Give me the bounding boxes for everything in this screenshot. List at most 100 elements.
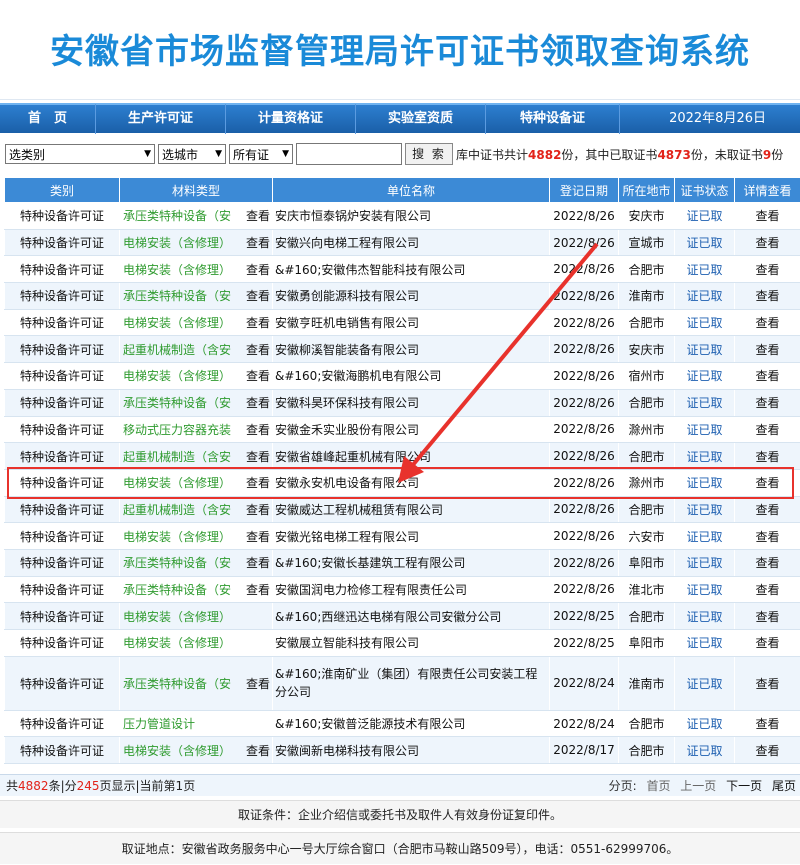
pager-label: 分页:: [609, 779, 637, 793]
cell-material: 压力管道设计: [120, 710, 273, 737]
nav-metrology-cert[interactable]: 计量资格证: [226, 104, 356, 134]
pager: 分页: 首页 上一页 下一页 尾页: [609, 777, 796, 794]
table-row: 特种设备许可证承压类特种设备（安查看安徽科昊环保科技有限公司2022/8/26合…: [5, 389, 800, 416]
col-header-date: 登记日期: [550, 178, 619, 203]
cell-unit-name: 安徽闽新电梯科技有限公司: [273, 737, 550, 764]
cell-status: 证已取: [675, 229, 735, 256]
cell-status: 证已取: [675, 389, 735, 416]
nav-home[interactable]: 首 页: [0, 104, 96, 134]
type-select[interactable]: 选类别▼: [5, 144, 155, 164]
material-view-link[interactable]: 查看: [246, 474, 272, 491]
detail-view-link[interactable]: 查看: [735, 549, 800, 576]
last-page-link[interactable]: 尾页: [772, 779, 796, 793]
material-view-link[interactable]: 查看: [246, 367, 272, 384]
cell-city: 合肥市: [619, 737, 675, 764]
detail-view-link[interactable]: 查看: [735, 309, 800, 336]
cell-category: 特种设备许可证: [5, 737, 120, 764]
detail-view-link[interactable]: 查看: [735, 656, 800, 710]
stats-text: 库中证书共计4882份，其中已取证书4873份，未取证书9份: [456, 146, 783, 163]
cell-category: 特种设备许可证: [5, 389, 120, 416]
cell-unit-name: &#160;安徽伟杰智能科技有限公司: [273, 256, 550, 283]
first-page-link[interactable]: 首页: [646, 779, 670, 793]
cell-material: 电梯安装（含修理） 查看: [120, 229, 273, 256]
material-view-link[interactable]: 查看: [246, 554, 272, 571]
city-select[interactable]: 选城市▼: [158, 144, 226, 164]
material-view-link[interactable]: 查看: [246, 675, 272, 692]
cell-date: 2022/8/25: [550, 603, 619, 630]
material-view-link[interactable]: 查看: [246, 501, 272, 518]
nav-special-equipment[interactable]: 特种设备证: [486, 104, 620, 134]
detail-view-link[interactable]: 查看: [735, 203, 800, 230]
table-row: 特种设备许可证起重机械制造（含安查看安徽省雄峰起重机械有限公司2022/8/26…: [5, 443, 800, 470]
detail-view-link[interactable]: 查看: [735, 630, 800, 657]
detail-view-link[interactable]: 查看: [735, 256, 800, 283]
material-view-link[interactable]: 查看: [246, 581, 272, 598]
detail-view-link[interactable]: 查看: [735, 229, 800, 256]
cell-unit-name: 安徽兴向电梯工程有限公司: [273, 229, 550, 256]
detail-view-link[interactable]: 查看: [735, 737, 800, 764]
material-view-link[interactable]: 查看: [246, 742, 272, 759]
cell-material: 电梯安装（含修理）查看: [120, 363, 273, 390]
detail-view-link[interactable]: 查看: [735, 389, 800, 416]
detail-view-link[interactable]: 查看: [735, 363, 800, 390]
material-type: 承压类特种设备（安: [123, 396, 231, 410]
detail-view-link[interactable]: 查看: [735, 523, 800, 550]
detail-view-link[interactable]: 查看: [735, 416, 800, 443]
prev-page-link[interactable]: 上一页: [680, 779, 716, 793]
material-view-link[interactable]: 查看: [246, 448, 272, 465]
cell-category: 特种设备许可证: [5, 496, 120, 523]
material-view-link[interactable]: 查看: [246, 287, 272, 304]
cell-city: 滁州市: [619, 469, 675, 496]
cell-unit-name: 安徽展立智能科技有限公司: [273, 630, 550, 657]
cell-status: 证已取: [675, 523, 735, 550]
cell-material: 电梯安装（含修理）查看: [120, 256, 273, 283]
material-view-link[interactable]: 查看: [246, 261, 272, 278]
detail-view-link[interactable]: 查看: [735, 443, 800, 470]
next-page-link[interactable]: 下一页: [726, 779, 762, 793]
detail-view-link[interactable]: 查看: [735, 496, 800, 523]
cell-date: 2022/8/26: [550, 576, 619, 603]
cell-date: 2022/8/26: [550, 309, 619, 336]
material-view-link[interactable]: 查看: [246, 341, 272, 358]
table-row: 特种设备许可证起重机械制造（含安查看安徽柳溪智能装备有限公司2022/8/26安…: [5, 336, 800, 363]
cell-status: 证已取: [675, 309, 735, 336]
detail-view-link[interactable]: 查看: [735, 469, 800, 496]
cert-select[interactable]: 所有证▼: [229, 144, 293, 164]
cell-status: 证已取: [675, 549, 735, 576]
cell-date: 2022/8/26: [550, 496, 619, 523]
cell-category: 特种设备许可证: [5, 363, 120, 390]
cell-city: 合肥市: [619, 309, 675, 336]
material-type: 电梯安装（含修理）: [123, 236, 231, 250]
cell-category: 特种设备许可证: [5, 710, 120, 737]
cell-status: 证已取: [675, 710, 735, 737]
cell-unit-name: 安徽金禾实业股份有限公司: [273, 416, 550, 443]
cell-status: 证已取: [675, 416, 735, 443]
cell-material: 起重机械制造（含安 查看: [120, 496, 273, 523]
cell-status: 证已取: [675, 603, 735, 630]
material-view-link[interactable]: 查看: [246, 528, 272, 545]
detail-view-link[interactable]: 查看: [735, 710, 800, 737]
search-input[interactable]: [296, 143, 402, 165]
material-view-link[interactable]: 查看: [246, 207, 272, 224]
col-header-category: 类别: [5, 178, 120, 203]
nav-production-license[interactable]: 生产许可证: [96, 104, 226, 134]
detail-view-link[interactable]: 查看: [735, 603, 800, 630]
material-view-link[interactable]: 查看: [246, 421, 272, 438]
material-view-link[interactable]: 查看: [246, 394, 272, 411]
detail-view-link[interactable]: 查看: [735, 283, 800, 310]
table-row: 特种设备许可证承压类特种设备（安查看安徽国润电力检修工程有限责任公司2022/8…: [5, 576, 800, 603]
cell-city: 安庆市: [619, 336, 675, 363]
cell-material: 承压类特种设备（安 查看: [120, 389, 273, 416]
cell-status: 证已取: [675, 469, 735, 496]
detail-view-link[interactable]: 查看: [735, 576, 800, 603]
material-view-link[interactable]: 查看: [246, 314, 272, 331]
cell-unit-name: &#160;安徽长基建筑工程有限公司: [273, 549, 550, 576]
detail-view-link[interactable]: 查看: [735, 336, 800, 363]
search-button[interactable]: 搜 索: [405, 143, 453, 165]
cell-material: 承压类特种设备（安查看: [120, 549, 273, 576]
nav-lab-qualification[interactable]: 实验室资质: [356, 104, 486, 134]
current-date: 2022年8月26日: [620, 104, 800, 134]
material-view-link[interactable]: 查看: [246, 234, 272, 251]
banner: 安徽省市场监督管理局许可证书领取查询系统: [0, 0, 800, 100]
material-type: 起重机械制造（含安: [123, 503, 231, 517]
